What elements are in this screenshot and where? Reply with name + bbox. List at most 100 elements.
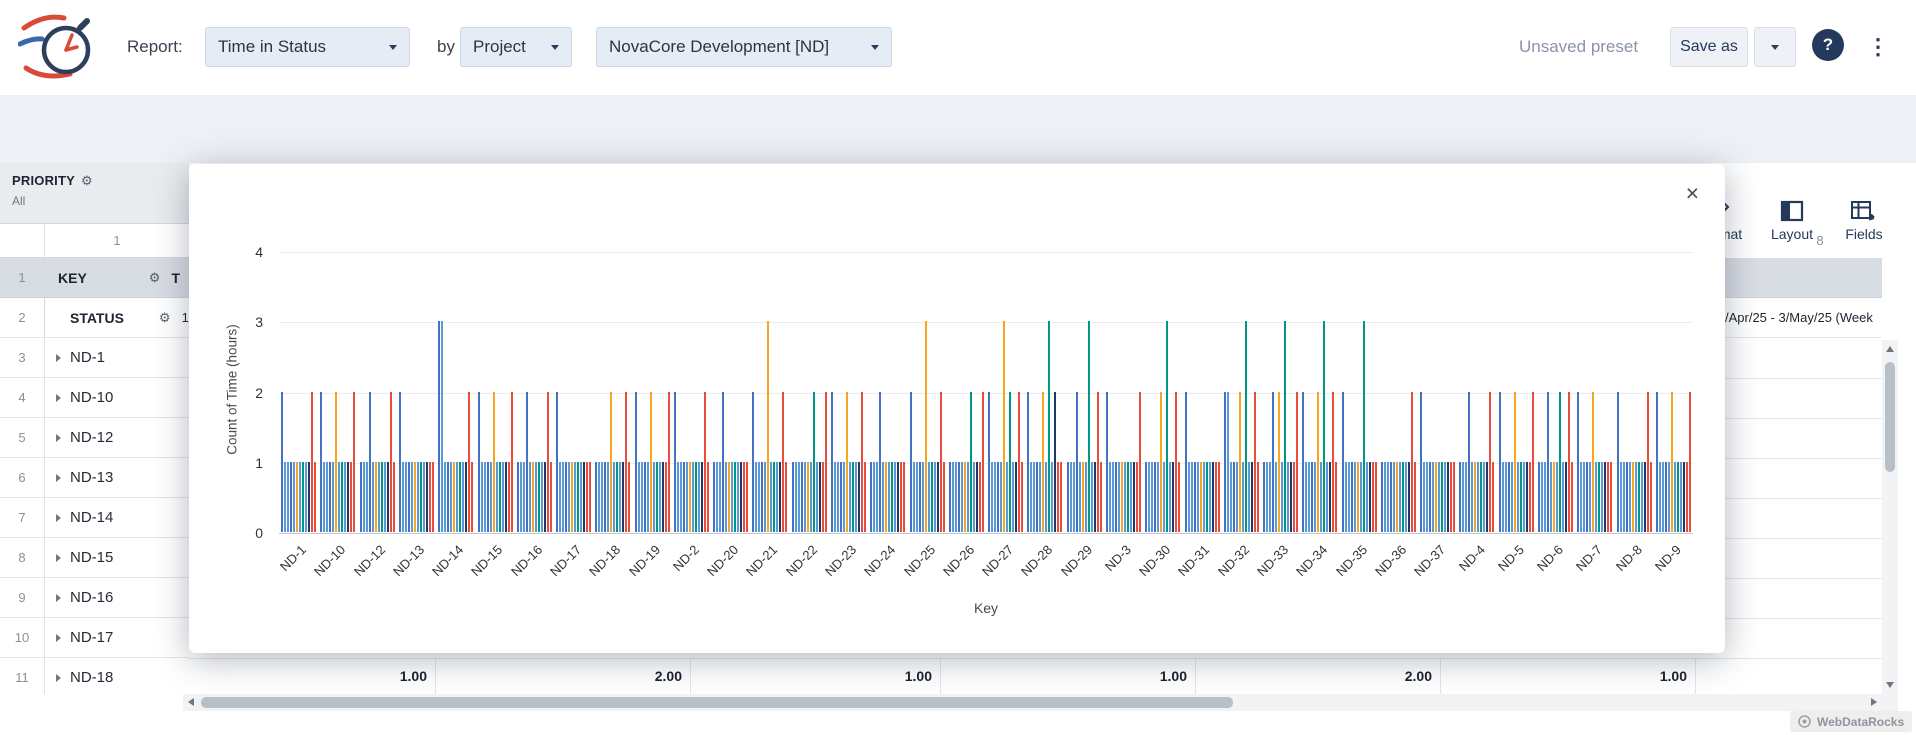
expand-chevron-icon[interactable]	[56, 434, 61, 442]
kebab-menu-button[interactable]: ⋮	[1866, 27, 1890, 67]
expand-chevron-icon[interactable]	[56, 674, 61, 682]
bar	[311, 392, 313, 533]
bar	[281, 392, 283, 533]
vertical-scrollbar[interactable]	[1882, 340, 1898, 694]
bar	[638, 462, 640, 532]
bar	[583, 462, 585, 532]
bar	[1393, 462, 1395, 532]
row-number: 8	[0, 538, 45, 577]
cell-value: 1.00	[357, 659, 427, 694]
expand-chevron-icon[interactable]	[56, 474, 61, 482]
horizontal-scrollbar[interactable]	[183, 694, 1882, 711]
scroll-left-arrow[interactable]	[188, 698, 194, 706]
save-as-button[interactable]: Save as	[1670, 27, 1748, 67]
bar	[1526, 462, 1528, 532]
report-type-select[interactable]: Time in Status	[205, 27, 410, 67]
table-row[interactable]: 7ND-14	[0, 498, 189, 538]
bar	[378, 462, 380, 532]
bar	[900, 462, 902, 532]
bar	[873, 462, 875, 532]
bar	[870, 462, 872, 532]
column-divider	[1695, 658, 1696, 694]
bar	[1314, 462, 1316, 532]
bar	[1465, 462, 1467, 532]
table-row[interactable]: 4ND-10	[0, 378, 189, 418]
bar	[1085, 462, 1087, 532]
bar	[934, 462, 936, 532]
scroll-right-arrow[interactable]	[1871, 698, 1877, 706]
bar	[810, 462, 812, 532]
table-row[interactable]: 5ND-12	[0, 418, 189, 458]
bar	[1668, 462, 1670, 532]
key-header-label: KEY	[58, 270, 87, 286]
horizontal-scroll-thumb[interactable]	[201, 697, 1233, 708]
key-header-row-right	[1725, 258, 1882, 298]
expand-chevron-icon[interactable]	[56, 594, 61, 602]
y-tick-label: 0	[225, 523, 263, 543]
bar	[1659, 462, 1661, 532]
bar	[970, 392, 972, 533]
expand-chevron-icon[interactable]	[56, 354, 61, 362]
issue-key: ND-1	[70, 349, 105, 366]
expand-chevron-icon[interactable]	[56, 554, 61, 562]
bar-group	[750, 252, 789, 532]
bar	[770, 462, 772, 532]
gear-icon[interactable]: ⚙	[81, 173, 93, 188]
table-row[interactable]: 10ND-17	[0, 618, 189, 658]
bar	[1191, 462, 1193, 532]
bar	[1329, 462, 1331, 532]
bar	[991, 462, 993, 532]
expand-chevron-icon[interactable]	[56, 514, 61, 522]
bar	[465, 462, 467, 532]
bar	[411, 462, 413, 532]
x-tick-label: ND-4	[1456, 542, 1488, 574]
vertical-scroll-thumb[interactable]	[1885, 362, 1895, 472]
bar	[1293, 462, 1295, 532]
bar	[1209, 462, 1211, 532]
issue-key: ND-15	[70, 549, 113, 566]
table-row[interactable]: 6ND-13	[0, 458, 189, 498]
bar	[1348, 462, 1350, 532]
table-row[interactable]: 3ND-1	[0, 338, 189, 378]
table-row[interactable]: 8 ND-15	[0, 538, 189, 578]
bar	[1459, 462, 1461, 532]
expand-chevron-icon[interactable]	[56, 394, 61, 402]
bar	[429, 462, 431, 532]
x-tick-label: ND-23	[822, 542, 859, 579]
x-tick-label: ND-16	[508, 542, 545, 579]
bar	[381, 462, 383, 532]
bar	[538, 462, 540, 532]
gear-icon[interactable]: ⚙	[149, 270, 161, 286]
bar	[1483, 462, 1485, 532]
scroll-up-arrow[interactable]	[1886, 346, 1894, 352]
scope-select[interactable]: Project	[460, 27, 572, 67]
bar	[478, 392, 480, 533]
bar	[668, 392, 670, 533]
bar	[577, 462, 579, 532]
bar	[1438, 462, 1440, 532]
close-icon[interactable]: ×	[1686, 182, 1699, 205]
bar	[296, 462, 298, 532]
bar	[1188, 462, 1190, 532]
bar-group	[907, 252, 946, 532]
bar	[897, 462, 899, 532]
table-row[interactable]: 9ND-16	[0, 578, 189, 618]
priority-filter-cell[interactable]: PRIORITY⚙ All	[0, 163, 189, 224]
webdatarocks-branding[interactable]: WebDataRocks	[1790, 711, 1912, 732]
table-row[interactable]: 11ND-18	[0, 658, 189, 694]
save-as-dropdown-button[interactable]	[1754, 27, 1796, 67]
x-tick-label: ND-26	[940, 542, 977, 579]
project-select[interactable]: NovaCore Development [ND]	[596, 27, 892, 67]
bar	[628, 462, 630, 532]
x-tick-label: ND-35	[1333, 542, 1370, 579]
bar	[1197, 462, 1199, 532]
report-label: Report:	[127, 27, 183, 67]
gear-icon[interactable]: ⚙	[159, 310, 171, 326]
help-button[interactable]: ?	[1812, 29, 1844, 61]
bar	[776, 462, 778, 532]
bar	[1012, 462, 1014, 532]
expand-chevron-icon[interactable]	[56, 634, 61, 642]
column-8-header: 8	[1786, 224, 1854, 258]
bar	[1227, 392, 1229, 533]
scroll-down-arrow[interactable]	[1886, 682, 1894, 688]
